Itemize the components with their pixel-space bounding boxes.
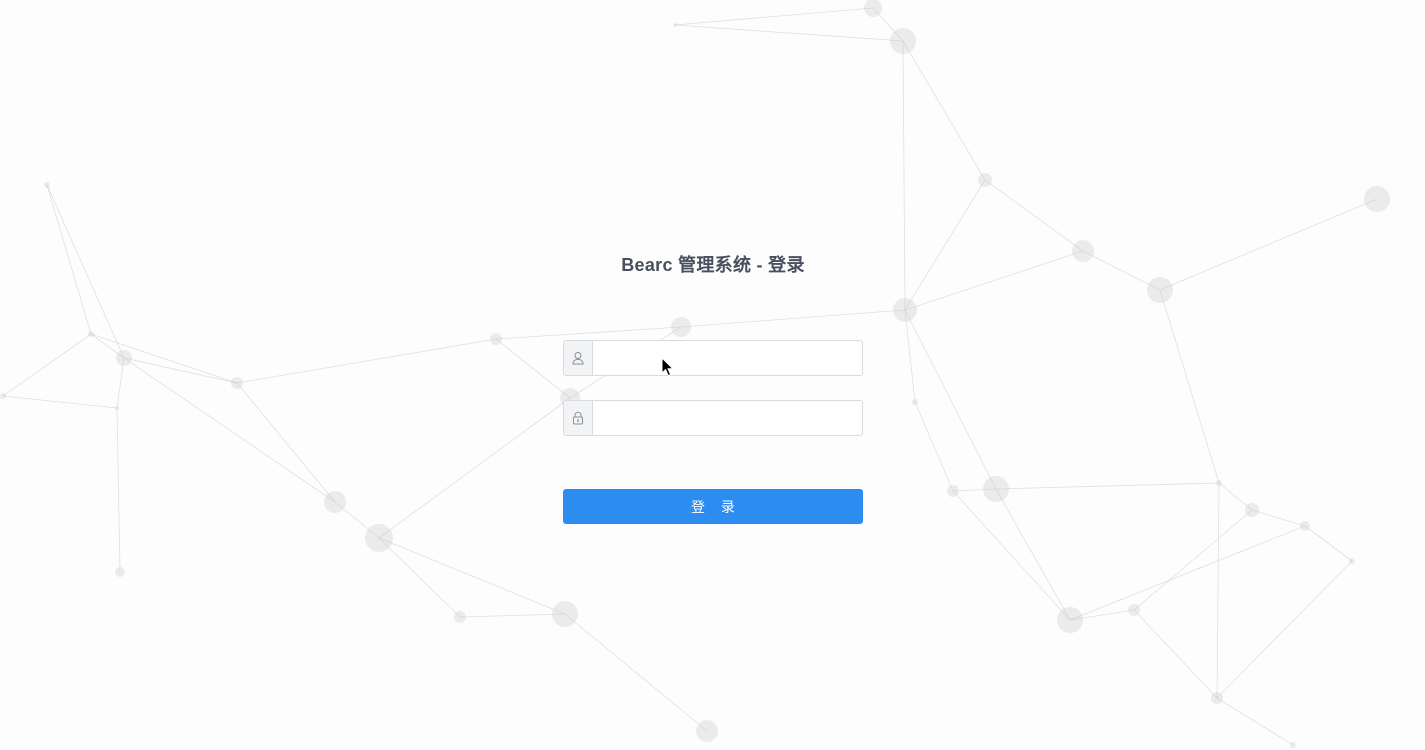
network-edge	[495, 338, 571, 399]
network-node	[116, 350, 132, 366]
network-edge	[904, 250, 1084, 311]
network-node	[1128, 604, 1140, 616]
network-edge	[1216, 482, 1220, 699]
login-page: Bearc 管理系统 - 登录 登 录	[0, 0, 1425, 750]
network-edge	[674, 7, 874, 26]
network-node	[1349, 558, 1355, 564]
network-edge	[236, 338, 497, 384]
network-edge	[995, 488, 1071, 621]
network-node	[890, 28, 916, 54]
network-node	[947, 485, 959, 497]
network-node	[115, 406, 119, 410]
network-edge	[1159, 289, 1220, 484]
network-node	[365, 524, 393, 552]
network-edge	[904, 309, 916, 403]
mouse-cursor-icon	[661, 357, 675, 377]
network-edge	[2, 395, 118, 409]
network-node	[1290, 742, 1296, 748]
network-edge	[984, 179, 1084, 252]
network-node	[978, 173, 992, 187]
network-edge	[495, 326, 682, 340]
username-input-group	[563, 340, 863, 376]
network-node	[1245, 503, 1259, 517]
network-node	[673, 23, 677, 27]
network-node	[1057, 607, 1083, 633]
network-edge	[1251, 509, 1306, 527]
login-panel: Bearc 管理系统 - 登录 登 录	[563, 250, 863, 524]
network-edge	[1159, 198, 1378, 291]
network-node	[88, 331, 94, 337]
network-edge	[680, 309, 906, 328]
network-edge	[1133, 509, 1253, 611]
network-edge	[116, 407, 121, 573]
network-edge	[1216, 697, 1294, 746]
network-edge	[378, 537, 566, 615]
network-edge	[1069, 525, 1306, 621]
username-input[interactable]	[593, 341, 862, 375]
network-node	[454, 611, 466, 623]
network-node	[231, 377, 243, 389]
network-edge	[564, 613, 708, 732]
network-edge	[90, 333, 238, 384]
network-edge	[914, 401, 954, 492]
network-edge	[236, 382, 336, 503]
network-node	[0, 393, 6, 399]
user-icon	[564, 341, 593, 375]
network-node	[696, 720, 718, 742]
network-edge	[902, 40, 986, 181]
network-node	[1300, 521, 1310, 531]
network-edge	[46, 184, 125, 359]
network-edge	[904, 179, 986, 311]
login-title: Bearc 管理系统 - 登录	[621, 255, 805, 275]
login-button[interactable]: 登 录	[563, 489, 863, 524]
network-edge	[378, 537, 461, 618]
network-node	[1147, 277, 1173, 303]
network-node	[1072, 240, 1094, 262]
password-input-group	[563, 400, 863, 436]
network-node	[490, 333, 502, 345]
lock-icon	[564, 401, 593, 435]
network-edge	[378, 397, 571, 539]
network-edge	[123, 357, 336, 503]
network-edge	[995, 482, 1220, 490]
network-edge	[1133, 609, 1218, 699]
network-edge	[1304, 525, 1353, 562]
network-edge	[459, 613, 566, 618]
network-node	[1364, 186, 1390, 212]
network-node	[912, 399, 918, 405]
network-edge	[904, 309, 997, 490]
network-node	[671, 317, 691, 337]
network-node	[893, 298, 917, 322]
network-edge	[902, 40, 906, 311]
network-node	[1216, 480, 1222, 486]
network-edge	[46, 184, 92, 335]
password-input[interactable]	[593, 401, 862, 435]
network-edge	[1216, 560, 1353, 699]
network-edge	[674, 24, 904, 42]
network-edge	[952, 490, 1071, 621]
network-node	[115, 567, 125, 577]
network-node	[324, 491, 346, 513]
network-edge	[123, 357, 238, 384]
network-edge	[2, 333, 92, 397]
network-node	[552, 601, 578, 627]
network-node	[44, 182, 50, 188]
network-node	[983, 476, 1009, 502]
network-node	[1211, 692, 1223, 704]
